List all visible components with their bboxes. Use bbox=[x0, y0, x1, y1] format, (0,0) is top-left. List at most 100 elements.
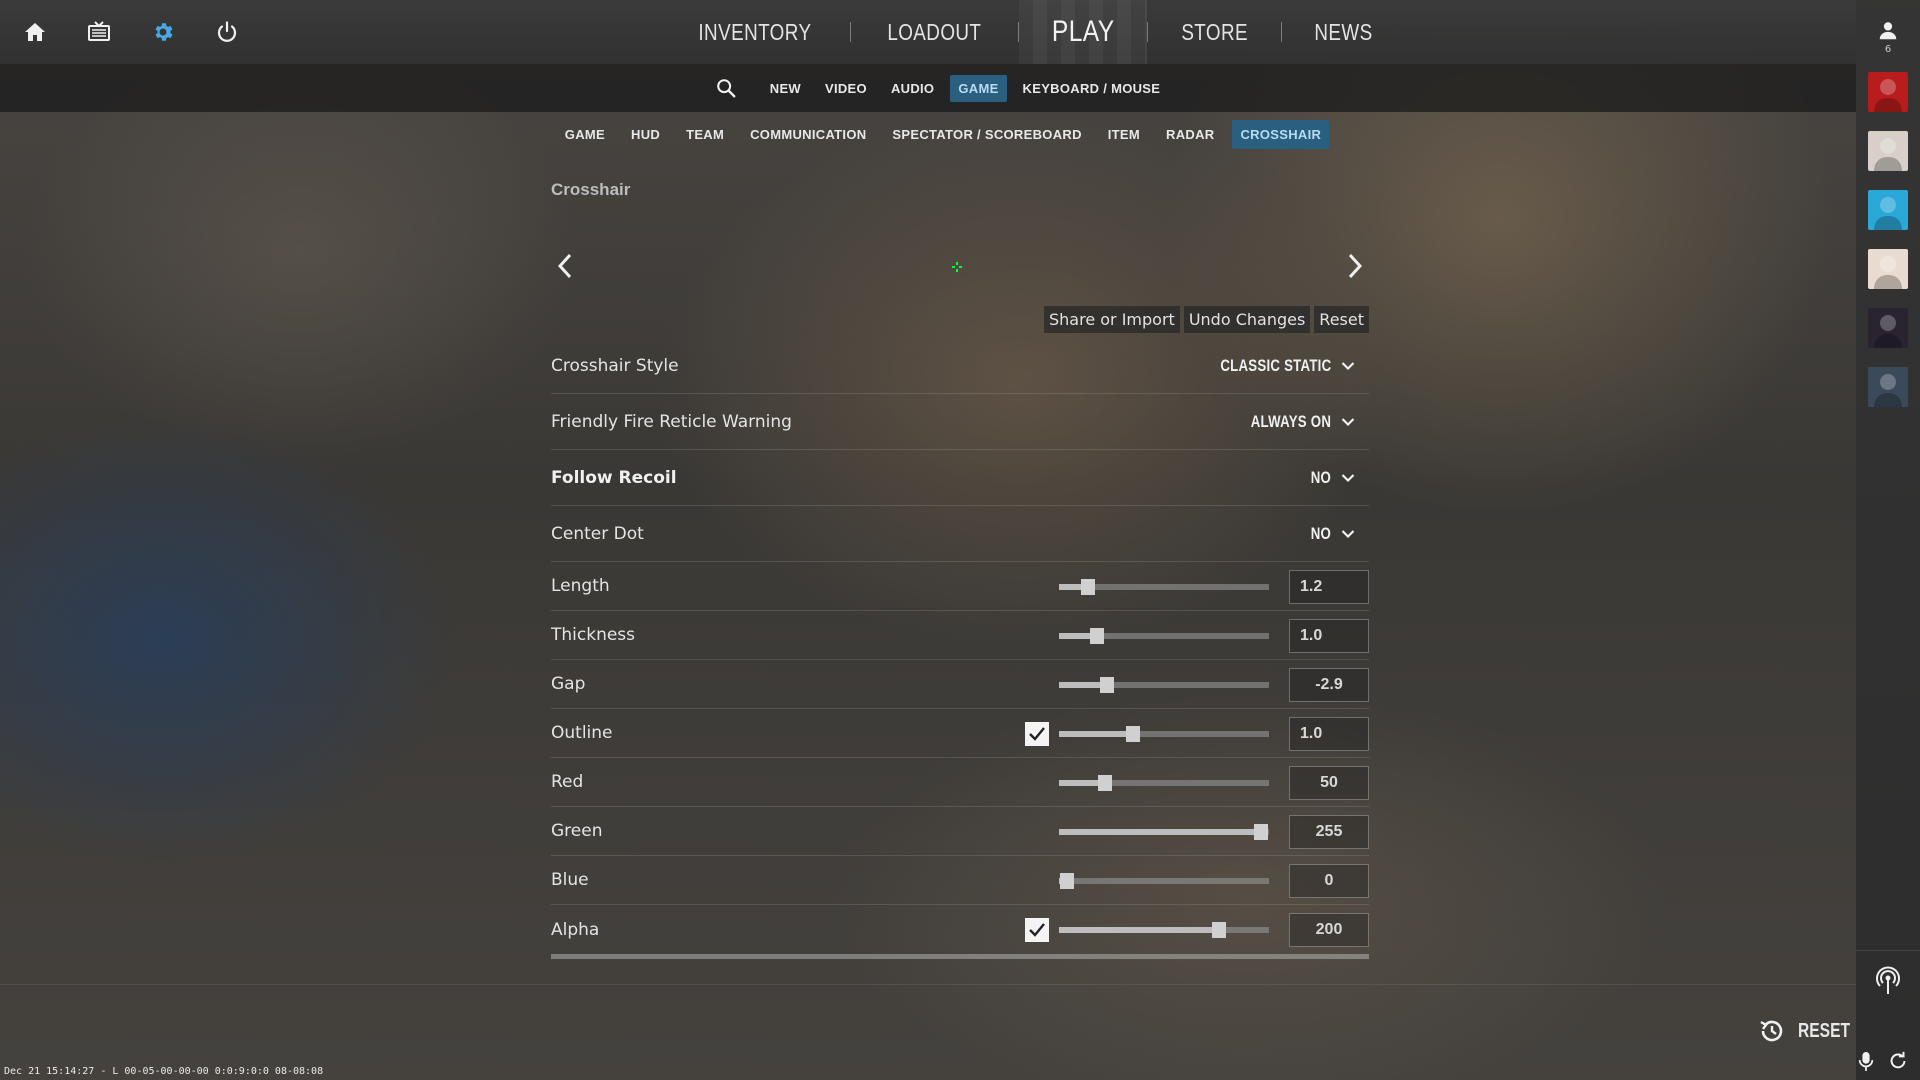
friend-avatar[interactable] bbox=[1868, 190, 1908, 230]
chevron-down-icon bbox=[1341, 417, 1355, 426]
top-icons bbox=[18, 0, 244, 64]
slider-checkbox[interactable] bbox=[1025, 721, 1049, 746]
reset-button[interactable]: RESET bbox=[1758, 1017, 1865, 1045]
tv-icon[interactable] bbox=[82, 15, 116, 49]
subtab-communication[interactable]: COMMUNICATION bbox=[742, 120, 874, 149]
slider-value-input[interactable]: -2.9 bbox=[1289, 667, 1369, 702]
slider-label: Thickness bbox=[551, 625, 636, 645]
setting-row: Follow Recoil NO bbox=[551, 450, 1369, 506]
main-nav: INVENTORY LOADOUT PLAY STORE NEWS bbox=[660, 0, 1405, 64]
slider-track[interactable] bbox=[1059, 872, 1269, 889]
friend-avatar[interactable] bbox=[1868, 131, 1908, 171]
nav-news[interactable]: NEWS bbox=[1293, 19, 1394, 46]
top-bar: INVENTORY LOADOUT PLAY STORE NEWS bbox=[0, 0, 1856, 64]
slider-label: Outline bbox=[551, 723, 613, 743]
subtab-radar[interactable]: RADAR bbox=[1158, 120, 1222, 149]
slider-row: Length 1.2 bbox=[551, 562, 1369, 611]
subtab-team[interactable]: TEAM bbox=[678, 120, 732, 149]
nav-separator bbox=[849, 22, 851, 42]
slider-track[interactable] bbox=[1059, 627, 1269, 644]
slider-thumb[interactable] bbox=[1125, 725, 1140, 742]
friend-avatar[interactable] bbox=[1868, 72, 1908, 112]
setting-dropdown[interactable]: NO bbox=[1305, 524, 1355, 544]
slider-thumb[interactable] bbox=[1098, 774, 1113, 791]
crosshair-preview: Share or Import Undo Changes Reset bbox=[551, 228, 1369, 338]
broadcast-icon[interactable] bbox=[1872, 964, 1904, 998]
slider-thumb[interactable] bbox=[1211, 921, 1226, 938]
slider-label: Red bbox=[551, 772, 584, 792]
slider-label: Green bbox=[551, 821, 603, 841]
slider-thumb[interactable] bbox=[1060, 872, 1075, 889]
slider-track[interactable] bbox=[1059, 921, 1269, 938]
slider-thumb[interactable] bbox=[1089, 627, 1104, 644]
slider-thumb[interactable] bbox=[1100, 676, 1115, 693]
prev-arrow-icon[interactable] bbox=[551, 248, 579, 284]
nav-inventory[interactable]: INVENTORY bbox=[677, 19, 833, 46]
home-icon[interactable] bbox=[18, 15, 52, 49]
slider-label: Blue bbox=[551, 870, 589, 890]
slider-value-input[interactable]: 0 bbox=[1289, 863, 1369, 898]
slider-fill bbox=[1059, 730, 1133, 737]
dropdown-value: NO bbox=[1310, 523, 1331, 543]
tab-keyboard-mouse[interactable]: KEYBOARD / MOUSE bbox=[1015, 75, 1169, 102]
power-icon[interactable] bbox=[210, 15, 244, 49]
subtab-game[interactable]: GAME bbox=[557, 120, 613, 149]
slider-value-input[interactable]: 1.0 bbox=[1289, 618, 1369, 653]
subtab-crosshair[interactable]: CROSSHAIR bbox=[1232, 119, 1330, 149]
avatar-image bbox=[1874, 256, 1902, 289]
setting-row: Center Dot NO bbox=[551, 506, 1369, 562]
setting-label: Follow Recoil bbox=[551, 467, 677, 488]
slider-label: Gap bbox=[551, 674, 586, 694]
slider-value-input[interactable]: 1.2 bbox=[1289, 569, 1369, 604]
slider-track[interactable] bbox=[1059, 676, 1269, 693]
nav-store[interactable]: STORE bbox=[1160, 19, 1269, 46]
subtab-spectator-scoreboard[interactable]: SPECTATOR / SCOREBOARD bbox=[884, 120, 1089, 149]
slider-track[interactable] bbox=[1059, 578, 1269, 595]
slider-thumb[interactable] bbox=[1081, 578, 1096, 595]
setting-dropdown[interactable]: NO bbox=[1305, 468, 1355, 488]
tab-game[interactable]: GAME bbox=[950, 74, 1007, 102]
next-arrow-icon[interactable] bbox=[1341, 248, 1369, 284]
setting-label: Center Dot bbox=[551, 523, 644, 544]
tab-video[interactable]: VIDEO bbox=[817, 75, 875, 102]
friend-avatar[interactable] bbox=[1868, 367, 1908, 407]
slider-row: Outline 1.0 bbox=[551, 709, 1369, 758]
nav-loadout[interactable]: LOADOUT bbox=[866, 19, 1003, 46]
friends-sidebar: 6 bbox=[1856, 0, 1920, 1080]
setting-row: Crosshair Style CLASSIC STATIC bbox=[551, 338, 1369, 394]
tab-new[interactable]: NEW bbox=[762, 75, 809, 102]
subtab-hud[interactable]: HUD bbox=[623, 120, 668, 149]
undo-changes-button[interactable]: Undo Changes bbox=[1183, 306, 1311, 333]
chevron-down-icon bbox=[1341, 473, 1355, 482]
profile-button[interactable]: 6 bbox=[1872, 20, 1904, 60]
search-icon[interactable] bbox=[708, 70, 744, 106]
slider-thumb[interactable] bbox=[1253, 823, 1268, 840]
avatar-image bbox=[1874, 138, 1902, 171]
tab-audio[interactable]: AUDIO bbox=[883, 75, 942, 102]
slider-track[interactable] bbox=[1059, 725, 1269, 742]
section-title: Crosshair bbox=[551, 180, 631, 199]
friend-avatar[interactable] bbox=[1868, 308, 1908, 348]
slider-value-input[interactable]: 200 bbox=[1289, 912, 1369, 947]
slider-value-input[interactable]: 255 bbox=[1289, 814, 1369, 849]
reset-crosshair-button[interactable]: Reset bbox=[1314, 306, 1369, 333]
setting-dropdown[interactable]: CLASSIC STATIC bbox=[1189, 356, 1355, 376]
nav-play[interactable]: PLAY bbox=[1030, 15, 1135, 49]
gear-icon[interactable] bbox=[146, 15, 180, 49]
setting-dropdown[interactable]: ALWAYS ON bbox=[1228, 412, 1355, 432]
friend-avatar[interactable] bbox=[1868, 249, 1908, 289]
slider-checkbox[interactable] bbox=[1025, 917, 1049, 942]
share-import-button[interactable]: Share or Import bbox=[1044, 306, 1180, 333]
slider-value-input[interactable]: 1.0 bbox=[1289, 716, 1369, 751]
crosshair-actions: Share or Import Undo Changes Reset bbox=[1044, 306, 1369, 333]
slider-value-input[interactable]: 50 bbox=[1289, 765, 1369, 800]
slider-track[interactable] bbox=[1059, 774, 1269, 791]
microphone-icon[interactable] bbox=[1852, 1046, 1880, 1076]
refresh-icon[interactable] bbox=[1884, 1046, 1912, 1076]
avatar-image bbox=[1874, 315, 1902, 348]
person-icon bbox=[1879, 22, 1897, 40]
subtab-item[interactable]: ITEM bbox=[1100, 120, 1148, 149]
scrollbar[interactable] bbox=[551, 954, 1369, 959]
slider-track[interactable] bbox=[1059, 823, 1269, 840]
chevron-down-icon bbox=[1341, 361, 1355, 370]
